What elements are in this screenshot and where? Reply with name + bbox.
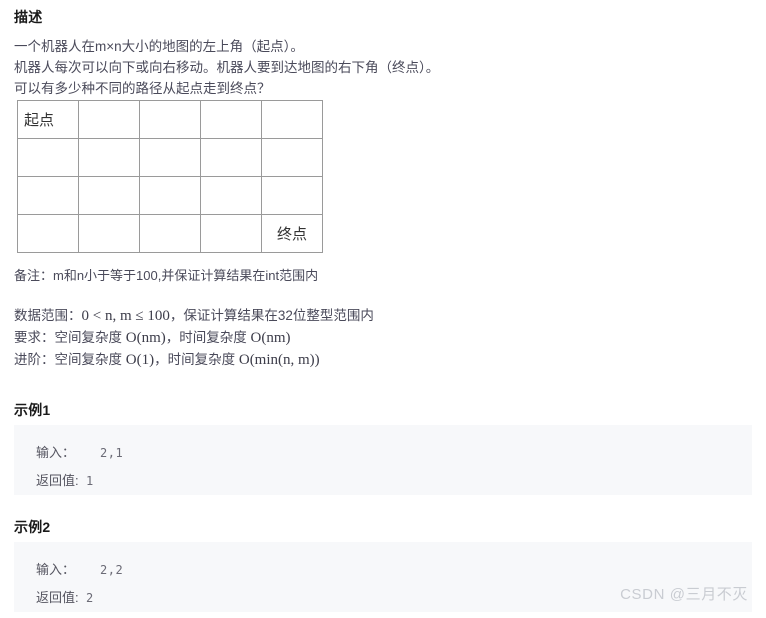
data-range-line: 数据范围：0 < n, m ≤ 100，保证计算结果在32位整型范围内 bbox=[14, 305, 374, 327]
grid-cell-start: 起点 bbox=[17, 100, 79, 139]
grid-cell bbox=[261, 100, 323, 139]
description-body: 一个机器人在m×n大小的地图的左上角（起点）。 机器人每次可以向下或向右移动。机… bbox=[14, 36, 754, 99]
grid-cell bbox=[17, 214, 79, 253]
data-range-formula: 0 < n, m ≤ 100 bbox=[81, 308, 170, 324]
example-1-input-label: 输入： bbox=[36, 445, 76, 460]
example-1-input-value: 2,1 bbox=[100, 446, 124, 460]
grid-cell bbox=[200, 214, 262, 253]
advanced-line: 进阶：空间复杂度 O(1)，时间复杂度 O(min(n, m)) bbox=[14, 349, 374, 371]
description-line-3: 可以有多少种不同的路径从起点走到终点？ bbox=[14, 81, 271, 96]
remark-note: 备注：m和n小于等于100,并保证计算结果在int范围内 bbox=[14, 268, 319, 283]
example-2-heading: 示例2 bbox=[14, 519, 51, 535]
grid-cell-end: 终点 bbox=[261, 214, 323, 253]
grid-cell bbox=[17, 176, 79, 215]
requirement-time-label: ，时间复杂度 bbox=[165, 330, 251, 345]
grid-cell bbox=[78, 100, 140, 139]
advanced-space-formula: O(1) bbox=[125, 352, 155, 368]
example-2-output-label: 返回值: bbox=[36, 590, 79, 605]
example-2-output-value: 2 bbox=[86, 591, 94, 605]
grid-cell bbox=[200, 100, 262, 139]
constraints-block: 数据范围：0 < n, m ≤ 100，保证计算结果在32位整型范围内 要求：空… bbox=[14, 305, 374, 371]
example-2-input-label: 输入： bbox=[36, 562, 76, 577]
grid-cell bbox=[78, 214, 140, 253]
grid-cell bbox=[261, 138, 323, 177]
example-2-input-value: 2,2 bbox=[100, 563, 124, 577]
data-range-suffix: ，保证计算结果在32位整型范围内 bbox=[169, 308, 374, 323]
description-heading: 描述 bbox=[14, 9, 43, 25]
example-1-output-row: 返回值: 1 bbox=[36, 467, 732, 495]
table-row bbox=[17, 138, 323, 177]
example-1-output-value: 1 bbox=[86, 474, 94, 488]
grid-cell bbox=[17, 138, 79, 177]
grid-cell bbox=[139, 100, 201, 139]
requirement-space-formula: O(nm) bbox=[125, 330, 166, 346]
table-row: 起点 bbox=[17, 100, 323, 139]
grid-cell bbox=[78, 138, 140, 177]
grid-cell bbox=[139, 138, 201, 177]
csdn-watermark: CSDN @三月不灭 bbox=[620, 586, 748, 603]
table-row: 终点 bbox=[17, 214, 323, 253]
requirement-space-label: 要求：空间复杂度 bbox=[14, 330, 126, 345]
requirement-line: 要求：空间复杂度 O(nm)，时间复杂度 O(nm) bbox=[14, 327, 374, 349]
table-row bbox=[17, 176, 323, 215]
problem-description-page: 描述 一个机器人在m×n大小的地图的左上角（起点）。 机器人每次可以向下或向右移… bbox=[0, 0, 766, 618]
example-1-box: 输入： 2,1 返回值: 1 bbox=[14, 425, 752, 495]
example-1-output-label: 返回值: bbox=[36, 473, 79, 488]
advanced-time-label: ，时间复杂度 bbox=[154, 352, 239, 367]
grid-cell bbox=[78, 176, 140, 215]
robot-grid-wrapper: 起点 终点 bbox=[17, 100, 323, 253]
description-line-2: 机器人每次可以向下或向右移动。机器人要到达地图的右下角（终点）。 bbox=[14, 60, 440, 75]
grid-cell bbox=[200, 176, 262, 215]
advanced-space-label: 进阶：空间复杂度 bbox=[14, 352, 126, 367]
data-range-label: 数据范围： bbox=[14, 308, 82, 323]
example-1-input-row: 输入： 2,1 bbox=[36, 439, 732, 467]
grid-cell bbox=[139, 214, 201, 253]
example-2-input-row: 输入： 2,2 bbox=[36, 556, 732, 584]
grid-cell bbox=[200, 138, 262, 177]
description-line-1: 一个机器人在m×n大小的地图的左上角（起点）。 bbox=[14, 39, 304, 54]
grid-cell bbox=[139, 176, 201, 215]
robot-path-grid: 起点 终点 bbox=[17, 100, 323, 253]
grid-cell bbox=[261, 176, 323, 215]
example-1-heading: 示例1 bbox=[14, 402, 51, 418]
advanced-time-formula: O(min(n, m)) bbox=[238, 352, 320, 368]
requirement-time-formula: O(nm) bbox=[250, 330, 291, 346]
